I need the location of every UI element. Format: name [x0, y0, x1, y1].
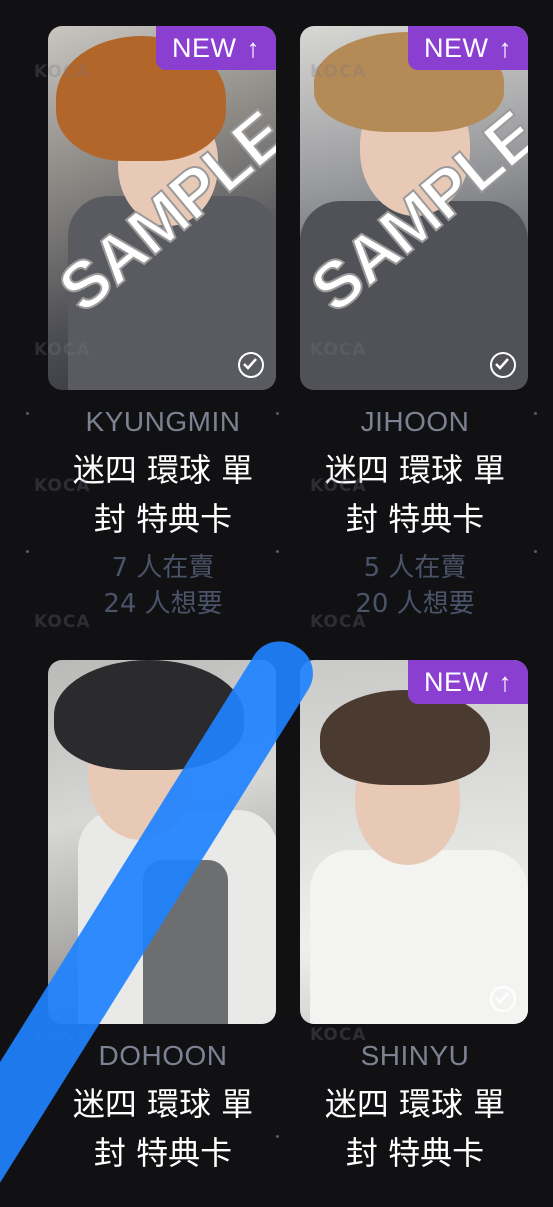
new-badge-label: NEW	[424, 32, 489, 63]
sparkle	[534, 412, 537, 415]
new-badge: NEW ↑	[408, 660, 528, 704]
selling-count: 7 人在賣	[111, 553, 215, 583]
sparkle	[26, 412, 29, 415]
member-name: KYUNGMIN	[85, 406, 241, 437]
card-title: 迷四 環球 單 封 特典卡	[72, 451, 254, 538]
photocard-item[interactable]: NEW ↑ SAMPLE KYUNGMIN 迷四 環球 單 封 特典卡 7 人在…	[48, 26, 278, 622]
new-badge-label: NEW	[424, 666, 489, 697]
check-circle-icon[interactable]	[490, 352, 516, 378]
arrow-up-icon: ↑	[246, 32, 260, 63]
sparkle	[534, 550, 537, 553]
card-title: 迷四 環球 單 封 特典卡	[324, 451, 506, 538]
check-circle-icon[interactable]	[490, 986, 516, 1012]
member-name: JIHOON	[360, 406, 470, 437]
photocard-item[interactable]: NEW ↑ SHINYU 迷四 環球 單 封 特典卡	[300, 660, 530, 1178]
photocard-item[interactable]: NEW ↑ SAMPLE JIHOON 迷四 環球 單 封 特典卡 5 人在賣 …	[300, 26, 530, 622]
new-badge: NEW ↑	[408, 26, 528, 70]
figure-hair	[320, 690, 490, 785]
selling-count: 5 人在賣	[363, 553, 467, 583]
new-badge: NEW ↑	[156, 26, 276, 70]
photocard-image[interactable]: NEW ↑ SAMPLE	[300, 26, 528, 390]
photocard-image[interactable]: NEW ↑	[300, 660, 528, 1024]
card-title: 迷四 環球 單 封 特典卡	[72, 1085, 254, 1172]
card-title: 迷四 環球 單 封 特典卡	[324, 1085, 506, 1172]
wanting-count: 20 人想要	[355, 589, 475, 619]
arrow-up-icon: ↑	[498, 32, 512, 63]
new-badge-label: NEW	[172, 32, 237, 63]
member-name: SHINYU	[360, 1040, 470, 1071]
check-circle-icon[interactable]	[238, 352, 264, 378]
sparkle	[26, 550, 29, 553]
photocard-image[interactable]: NEW ↑ SAMPLE	[48, 26, 276, 390]
arrow-up-icon: ↑	[498, 666, 512, 697]
wanting-count: 24 人想要	[103, 589, 223, 619]
